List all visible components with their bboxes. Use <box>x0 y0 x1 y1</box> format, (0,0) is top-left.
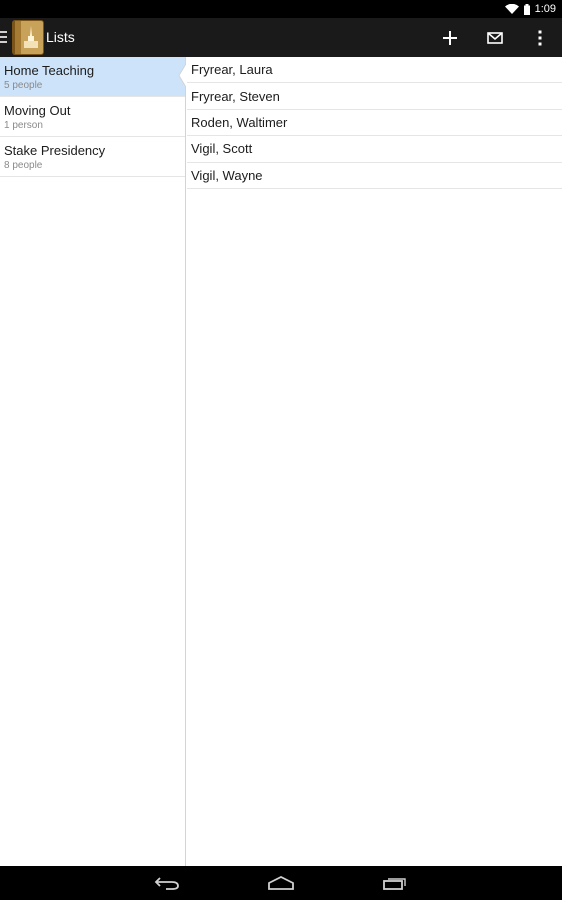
email-button[interactable] <box>472 18 517 57</box>
selection-indicator-icon <box>178 62 187 89</box>
list-name: Home Teaching <box>4 63 95 78</box>
back-button[interactable] <box>137 866 197 900</box>
add-icon <box>442 30 457 45</box>
overflow-menu-button[interactable] <box>517 18 562 57</box>
list-count: 5 people <box>4 80 43 91</box>
action-bar: Lists <box>0 18 562 57</box>
home-button[interactable] <box>251 866 311 900</box>
action-bar-buttons <box>427 18 562 57</box>
screen: 1:09 Lists Home Teaching 5 people Moving… <box>0 0 562 900</box>
app-logo-icon[interactable] <box>12 20 44 55</box>
battery-icon <box>523 3 530 15</box>
drawer-indicator-icon[interactable] <box>0 31 8 43</box>
overflow-menu-icon <box>538 30 541 45</box>
member-row[interactable]: Fryrear, Steven <box>187 83 562 110</box>
list-item-home-teaching[interactable]: Home Teaching 5 people <box>0 57 185 97</box>
lists-pane: Home Teaching 5 people Moving Out 1 pers… <box>0 57 187 866</box>
member-row[interactable]: Fryrear, Laura <box>187 57 562 84</box>
status-bar: 1:09 <box>0 0 562 18</box>
recent-apps-button[interactable] <box>365 866 425 900</box>
member-row[interactable]: Roden, Waltimer <box>187 110 562 137</box>
member-row[interactable]: Vigil, Scott <box>187 136 562 163</box>
list-count: 8 people <box>4 160 43 171</box>
list-name: Stake Presidency <box>4 143 106 158</box>
members-pane: Fryrear, Laura Fryrear, Steven Roden, Wa… <box>187 57 562 866</box>
wifi-icon <box>504 4 519 14</box>
home-icon <box>268 876 294 890</box>
back-icon <box>154 877 179 890</box>
recent-apps-icon <box>383 878 406 890</box>
list-item-stake-presidency[interactable]: Stake Presidency 8 people <box>0 137 185 177</box>
list-item-moving-out[interactable]: Moving Out 1 person <box>0 97 185 137</box>
app-title: Lists <box>46 29 75 45</box>
email-icon <box>486 31 503 44</box>
status-time: 1:09 <box>534 3 556 15</box>
add-button[interactable] <box>427 18 472 57</box>
member-row[interactable]: Vigil, Wayne <box>187 163 562 189</box>
system-nav-bar <box>0 866 562 900</box>
list-name: Moving Out <box>4 103 71 118</box>
list-count: 1 person <box>4 120 43 131</box>
